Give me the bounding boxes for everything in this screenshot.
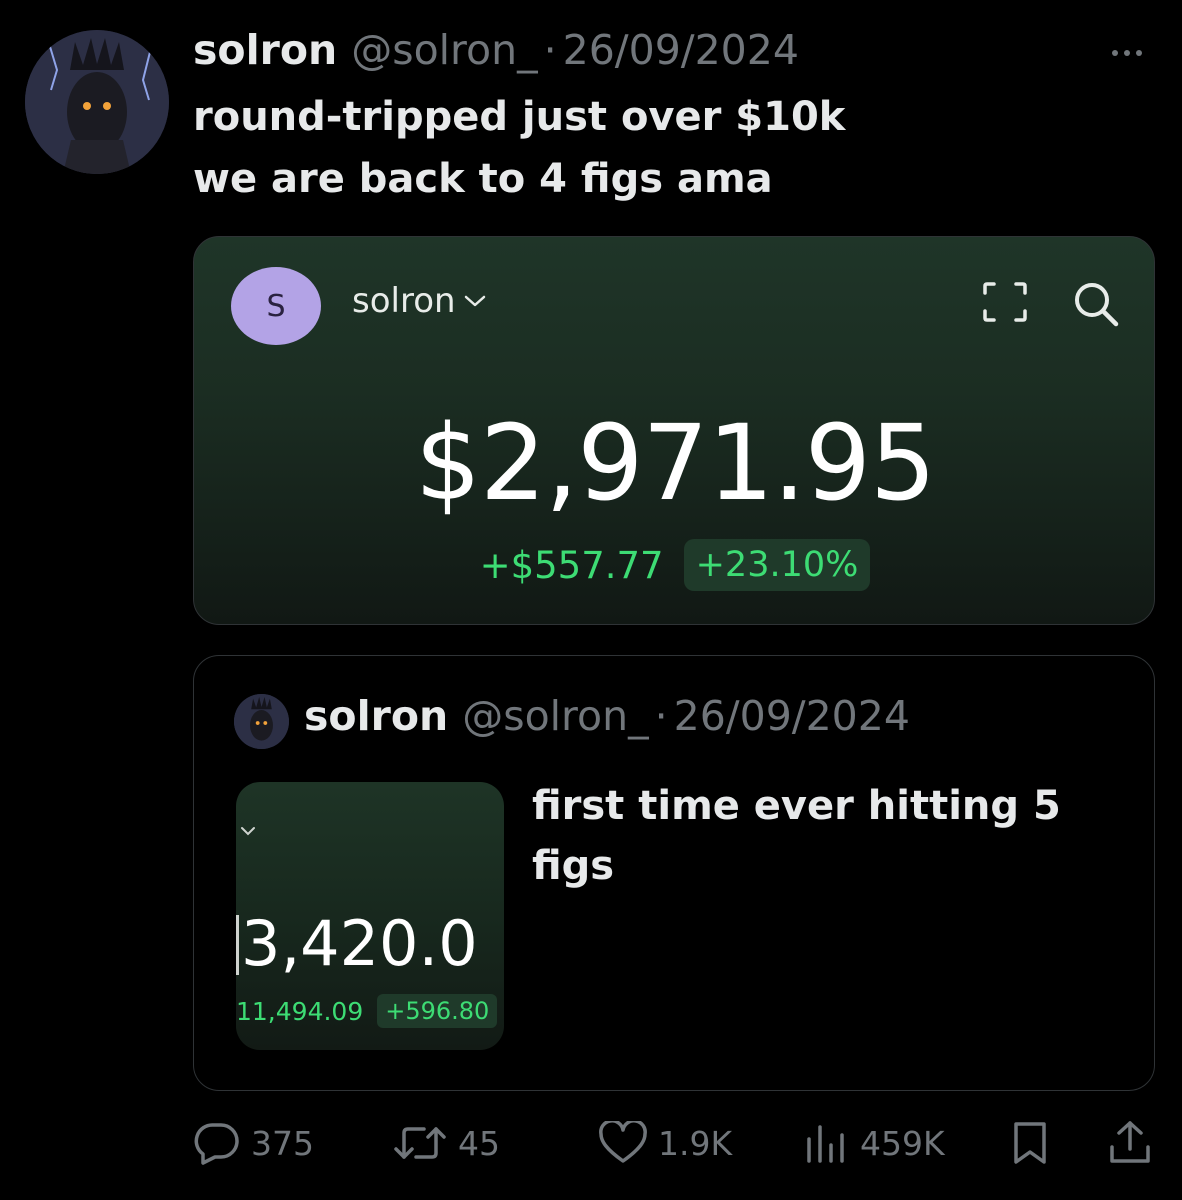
bookmark-button[interactable] — [1010, 1118, 1050, 1168]
scan-icon — [983, 282, 1027, 322]
reply-button[interactable]: 375 — [193, 1118, 314, 1168]
chevron-down-icon — [464, 295, 485, 307]
repost-button[interactable]: 45 — [392, 1118, 500, 1168]
views-button[interactable]: 459K — [804, 1118, 945, 1168]
card-change-percent: +23.10% — [683, 539, 871, 591]
thumb-change-amount: 11,494.09 — [236, 996, 364, 1026]
quote-header: solron @solron_ · 26/09/2024 — [304, 692, 910, 740]
tweet-header: solron @solron_ · 26/09/2024 — [193, 26, 799, 82]
more-icon[interactable] — [1112, 50, 1152, 60]
card-avatar: S — [231, 267, 321, 345]
card-balance: $2,971.95 — [414, 402, 936, 524]
separator: · — [543, 26, 557, 74]
reply-icon — [194, 1123, 239, 1165]
quote-author-avatar — [234, 694, 289, 749]
card-account-selector: solron — [352, 281, 486, 321]
views-icon — [807, 1125, 844, 1163]
share-icon — [1110, 1121, 1150, 1163]
like-icon — [599, 1121, 647, 1163]
card-account-name: solron — [352, 281, 456, 321]
tweet-text-line-1: round-tripped just over $10k — [193, 94, 846, 140]
separator: · — [654, 692, 668, 740]
chevron-down-icon — [241, 827, 255, 836]
repost-icon — [394, 1127, 446, 1159]
views-count: 459K — [860, 1123, 945, 1163]
media-screenshot[interactable]: S solron $2,971.95 +$557.77 +23.10% — [193, 236, 1155, 625]
quoted-tweet[interactable]: solron @solron_ · 26/09/2024 3,420.0 11,… — [193, 655, 1155, 1091]
search-icon — [1075, 283, 1119, 327]
quote-author-handle: @solron_ — [462, 692, 649, 740]
author-name[interactable]: solron — [193, 26, 337, 74]
bookmark-icon — [1014, 1122, 1046, 1164]
quote-author-name: solron — [304, 692, 449, 740]
quote-text: first time ever hitting 5 figs — [532, 783, 1061, 889]
share-button[interactable] — [1108, 1118, 1152, 1168]
quote-date: 26/09/2024 — [673, 692, 910, 740]
like-count: 1.9K — [658, 1123, 733, 1163]
thumb-balance: 3,420.0 — [241, 907, 478, 980]
repost-count: 45 — [458, 1123, 500, 1163]
card-change: +$557.77 +23.10% — [194, 539, 1154, 591]
card-change-amount: +$557.77 — [479, 543, 664, 587]
thumb-cursor — [236, 915, 239, 975]
author-avatar[interactable] — [25, 30, 169, 174]
tweet-text-line-2: we are back to 4 figs ama — [193, 156, 773, 202]
like-button[interactable]: 1.9K — [598, 1118, 732, 1168]
author-handle[interactable]: @solron_ — [351, 26, 537, 74]
quote-media-thumbnail[interactable]: 3,420.0 11,494.09 +596.80 — [236, 782, 504, 1050]
thumb-change-percent: +596.80 — [377, 994, 498, 1028]
reply-count: 375 — [251, 1123, 314, 1163]
tweet-date[interactable]: 26/09/2024 — [563, 26, 799, 74]
thumb-change: 11,494.09 +596.80 — [236, 994, 498, 1028]
